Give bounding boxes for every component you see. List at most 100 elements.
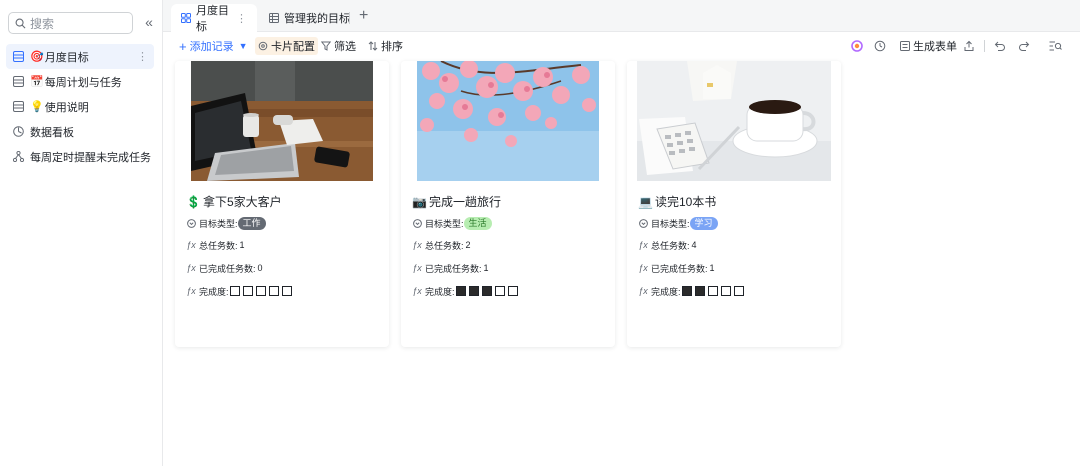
generate-form-button[interactable]: 生成表单	[900, 37, 957, 55]
plus-icon: +	[179, 38, 187, 54]
progress-block-filled	[481, 286, 492, 296]
sidebar-item-label: 数据看板	[30, 126, 74, 139]
field-value: 2	[465, 240, 471, 250]
card-title-text: 拿下5家大客户	[202, 195, 282, 209]
formula-icon: ƒx	[638, 240, 648, 250]
progress-block-empty	[507, 286, 518, 296]
progress-block-empty	[720, 286, 731, 296]
field-label: 完成度:	[199, 286, 229, 297]
chevron-down-icon[interactable]: ▼	[239, 41, 248, 51]
progress-block-empty	[494, 286, 505, 296]
tab-label: 管理我的目标	[284, 13, 350, 25]
progress-block-filled	[694, 286, 705, 296]
formula-icon: ƒx	[638, 286, 648, 296]
select-field-icon	[412, 218, 422, 228]
sidebar-item-weekly-plan[interactable]: 📅 每周计划与任务	[6, 69, 154, 94]
sidebar-item-dashboard[interactable]: 数据看板	[6, 119, 154, 144]
field-label: 已完成任务数:	[651, 263, 708, 274]
filter-button[interactable]: 筛选	[321, 37, 356, 55]
sidebar-item-instructions[interactable]: 💡 使用说明	[6, 94, 154, 119]
goal-type-tag: 工作	[237, 216, 266, 230]
record-card[interactable]: 📷 完成一趟旅行 目标类型: 生活 ƒx 总任务数: 2 ƒx 已完成任务数: …	[401, 61, 615, 347]
toolbar-divider	[984, 40, 985, 52]
card-title: 📷 完成一趟旅行	[412, 193, 501, 210]
sidebar-item-monthly-goals[interactable]: 🎯 月度目标 ⋮	[6, 44, 154, 69]
field-progress: ƒx 完成度:	[638, 284, 747, 298]
filter-label: 筛选	[334, 41, 356, 53]
calendar-emoji-icon: 📅	[30, 76, 44, 88]
progress-blocks	[681, 286, 747, 296]
double-chevron-left-icon[interactable]: «	[142, 14, 156, 32]
field-completed-tasks: ƒx 已完成任务数: 1	[638, 261, 715, 275]
card-title: 💲 拿下5家大客户	[186, 193, 282, 210]
search-input[interactable]: 搜索	[8, 12, 133, 34]
progress-block-empty	[255, 286, 266, 296]
gear-icon	[258, 41, 268, 51]
formula-icon: ƒx	[412, 240, 422, 250]
progress-block-filled	[468, 286, 479, 296]
formula-icon: ƒx	[186, 263, 196, 273]
progress-block-empty	[733, 286, 744, 296]
sort-icon	[368, 41, 378, 51]
card-title-text: 完成一趟旅行	[428, 195, 501, 209]
share-icon[interactable]	[963, 37, 975, 55]
more-icon[interactable]: ⋮	[236, 12, 247, 25]
field-label: 目标类型:	[425, 218, 464, 229]
goal-type-tag: 生活	[463, 216, 492, 230]
redo-icon[interactable]	[1018, 37, 1030, 55]
filter-icon	[321, 41, 331, 51]
record-card[interactable]: 💲 拿下5家大客户 目标类型: 工作 ƒx 总任务数: 1 ƒx 已完成任务数:…	[175, 61, 389, 347]
record-card[interactable]: 💻 读完10本书 目标类型: 学习 ƒx 总任务数: 4 ƒx 已完成任务数: …	[627, 61, 841, 347]
add-view-icon[interactable]: +	[359, 7, 368, 25]
formula-icon: ƒx	[186, 286, 196, 296]
tab-divider	[349, 12, 350, 24]
formula-icon: ƒx	[412, 263, 422, 273]
formula-icon: ƒx	[186, 240, 196, 250]
field-progress: ƒx 完成度:	[412, 284, 521, 298]
card-title: 💻 读完10本书	[638, 193, 716, 210]
goal-type-tag: 学习	[689, 216, 718, 230]
field-completed-tasks: ƒx 已完成任务数: 0	[186, 261, 263, 275]
form-icon	[900, 41, 910, 51]
formula-icon: ƒx	[638, 263, 648, 273]
sort-label: 排序	[381, 41, 403, 53]
field-label: 目标类型:	[651, 218, 690, 229]
progress-block-filled	[455, 286, 466, 296]
field-value: 1	[483, 263, 489, 273]
sidebar-item-weekly-reminder[interactable]: 每周定时提醒未完成任务	[6, 144, 154, 169]
search-records-icon[interactable]	[1049, 37, 1062, 55]
field-goal-type: 目标类型: 学习	[638, 216, 718, 230]
field-label: 完成度:	[651, 286, 681, 297]
select-field-icon	[186, 218, 196, 228]
sidebar-item-label: 月度目标	[44, 51, 89, 64]
card-config-button[interactable]: 卡片配置	[255, 37, 318, 55]
card-title-text: 读完10本书	[654, 195, 717, 209]
ai-assistant-icon[interactable]	[851, 37, 863, 55]
workflow-icon	[13, 151, 24, 162]
generate-form-label: 生成表单	[913, 41, 957, 53]
grid-icon	[269, 13, 279, 23]
progress-block-empty	[268, 286, 279, 296]
sidebar-item-label: 每周计划与任务	[44, 76, 122, 89]
field-value: 0	[257, 263, 263, 273]
progress-blocks	[455, 286, 521, 296]
tab-manage-goals[interactable]: 管理我的目标	[259, 4, 360, 32]
field-total-tasks: ƒx 总任务数: 1	[186, 238, 245, 252]
field-label: 总任务数:	[651, 240, 690, 251]
camera-emoji-icon: 📷	[412, 194, 427, 209]
undo-icon[interactable]	[994, 37, 1006, 55]
tab-monthly-goals[interactable]: 月度目标 ⋮	[171, 4, 257, 33]
more-icon[interactable]: ⋮	[137, 50, 148, 63]
select-field-icon	[638, 218, 648, 228]
search-placeholder: 搜索	[30, 16, 55, 31]
add-record-button[interactable]: + 添加记录 ▼	[179, 37, 248, 55]
field-value: 1	[709, 263, 715, 273]
sort-button[interactable]: 排序	[368, 37, 403, 55]
toolbar: + 添加记录 ▼ 卡片配置 筛选 排序 生成表单	[163, 33, 1080, 57]
laptop-desk-photo	[175, 61, 389, 181]
field-value: 1	[239, 240, 245, 250]
field-label: 总任务数:	[199, 240, 238, 251]
history-icon[interactable]	[874, 37, 886, 55]
field-goal-type: 目标类型: 工作	[186, 216, 266, 230]
table-icon	[13, 51, 24, 62]
